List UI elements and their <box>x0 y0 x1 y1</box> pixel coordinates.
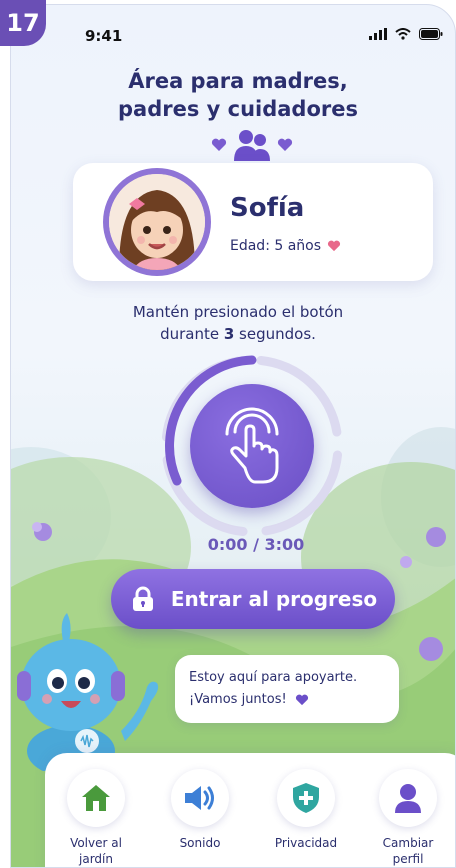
wifi-icon <box>395 28 411 40</box>
girl-avatar-illustration <box>109 174 205 270</box>
speaker-icon <box>171 769 229 827</box>
nav-sound[interactable]: Sonido <box>155 769 245 851</box>
status-time: 9:41 <box>85 27 123 45</box>
family-icon <box>234 130 270 161</box>
hold-timer: 0:00 / 3:00 <box>207 535 305 554</box>
hold-progress-ring <box>157 351 347 541</box>
mascot-speech-bubble: Estoy aquí para apoyarte. ¡Vamos juntos! <box>175 655 399 723</box>
child-age: Edad: 5 años <box>230 238 341 254</box>
phone-frame: 9:41 Área para madres, padres y cuidador… <box>10 4 456 868</box>
step-badge: 17 <box>0 0 46 46</box>
hold-button[interactable] <box>190 384 314 508</box>
shield-icon <box>277 769 335 827</box>
nav-privacy[interactable]: Privacidad <box>261 769 351 851</box>
battery-icon <box>419 28 443 40</box>
nav-change-profile[interactable]: Cambiar perfil <box>363 769 453 867</box>
page-title: Área para madres, padres y cuidadores <box>117 69 358 121</box>
bottom-navigation: Volver al jardín Sonido Privacidad Cambi… <box>45 753 455 867</box>
user-icon <box>379 769 437 827</box>
signal-icon <box>369 28 387 40</box>
mascot-character <box>17 613 159 771</box>
touch-hand-icon <box>225 407 279 484</box>
heart-icon <box>327 240 341 252</box>
child-profile-card: Sofía Edad: 5 años <box>73 163 433 281</box>
status-icons <box>369 28 443 40</box>
heart-icon <box>211 138 227 151</box>
heart-icon <box>277 138 293 151</box>
child-name: Sofía <box>230 193 305 223</box>
heart-icon <box>295 694 308 706</box>
nav-back-to-garden[interactable]: Volver al jardín <box>51 769 141 867</box>
home-icon <box>67 769 125 827</box>
family-decoration <box>211 129 293 161</box>
child-avatar <box>103 168 211 276</box>
hold-instruction: Mantén presionado el botón durante 3 seg… <box>132 303 344 343</box>
